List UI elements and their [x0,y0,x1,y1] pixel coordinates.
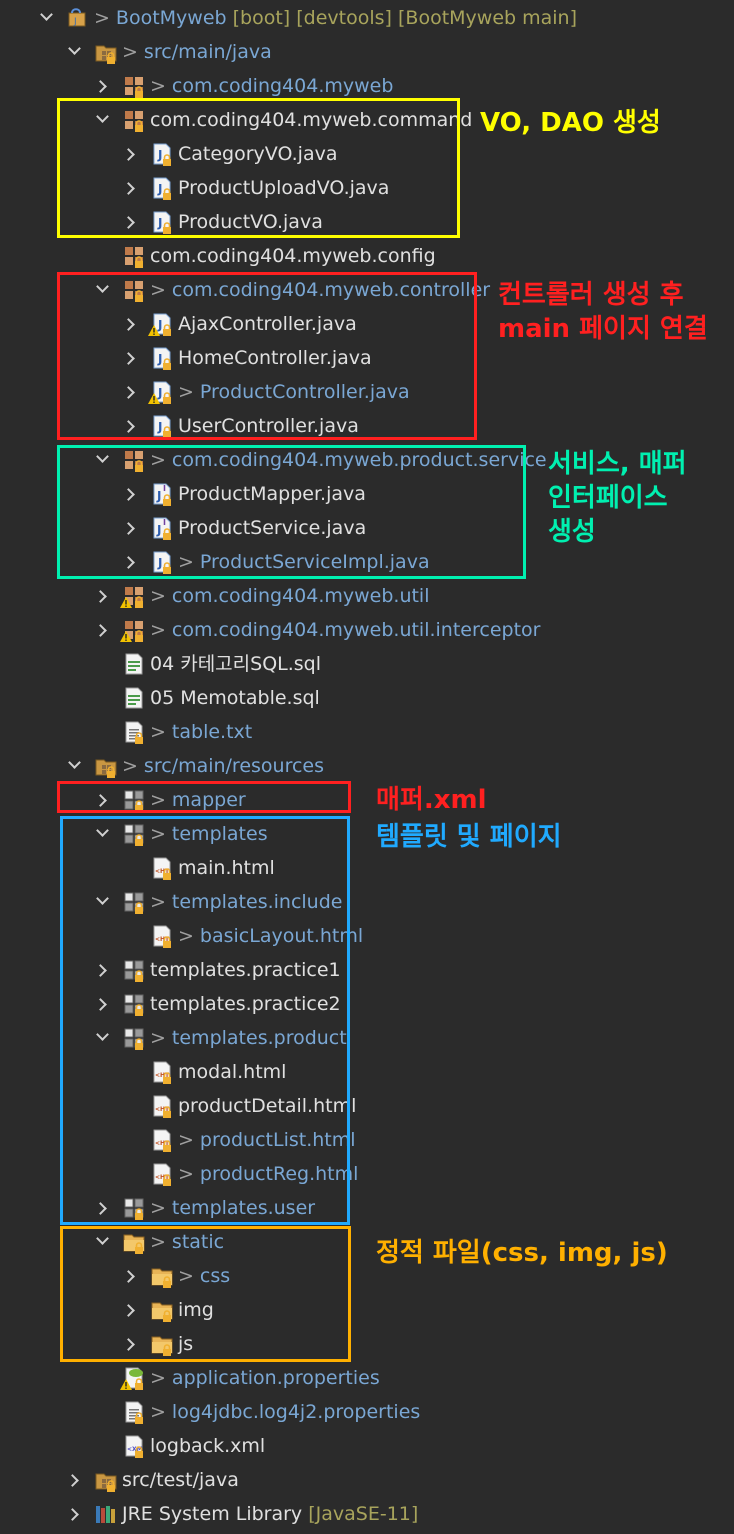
note-line: VO, DAO 생성 [480,108,661,138]
dirty-marker: > [94,7,110,29]
note-line: main 페이지 연결 [498,314,708,344]
note-controller: 컨트롤러 생성 후 main 페이지 연결 [498,278,708,346]
note-line: 템플릿 및 페이지 [376,822,562,852]
dirty-marker: > [150,1367,166,1389]
note-line: 컨트롤러 생성 후 [498,280,684,310]
tree-item-name: com.coding404.myweb.util [171,585,430,607]
tree-item-name: JRE System Library [122,1503,303,1525]
chevron-down-icon[interactable] [66,749,84,783]
dirty-marker: > [122,41,138,63]
tree-item-suffix: [JavaSE-11] [302,1503,419,1525]
note-static: 정적 파일(css, img, js) [376,1236,668,1270]
tree-item-suffix: [boot] [devtools] [BootMyweb main] [226,7,577,29]
sql-icon [122,686,146,710]
srcfolder-icon [94,754,118,778]
dirty-marker: > [150,75,166,97]
dirty-marker: > [150,1401,166,1423]
tree-item-name: log4jdbc.log4j2.properties [171,1401,421,1423]
tree-item-label: > src/main/resources [122,749,324,783]
tree-item-label: logback.xml [150,1429,265,1463]
xml-icon: <XM [122,1434,146,1458]
project-icon: J [66,6,90,30]
tree-item-name: src/main/resources [143,755,325,777]
tree-item-name: com.coding404.myweb [171,75,394,97]
dirty-marker: > [150,585,166,607]
tree-item-label: com.coding404.myweb.config [150,239,436,273]
tree-item-label: > table.txt [150,715,252,749]
tree-item-label: 05 Memotable.sql [150,681,320,715]
highlight-command-package [57,98,460,238]
tree-item-label: > BootMyweb [boot] [devtools] [BootMyweb … [94,1,577,35]
highlight-service-package [57,445,526,579]
srcfolder-icon [94,1468,118,1492]
note-templates: 템플릿 및 페이지 [376,820,562,854]
chevron-right-icon[interactable] [66,1497,84,1531]
chevron-down-icon[interactable] [66,35,84,69]
dirty-marker: > [150,721,166,743]
tree-item-label: > com.coding404.myweb.util [150,579,430,613]
tree-item-name: application.properties [171,1367,380,1389]
tree-item-name: src/main/java [143,41,272,63]
dirty-marker: > [122,755,138,777]
highlight-static-folder [60,1226,351,1362]
properties-icon [120,1366,146,1390]
tree-item-label: src/test/java [122,1463,239,1497]
highlight-templates-folders [60,816,350,1225]
tree-item-name: com.coding404.myweb.config [150,245,436,267]
svg-text:J: J [73,17,77,27]
package-icon [122,74,146,98]
tree-item-label: > src/main/java [122,35,272,69]
tree-item-name: table.txt [171,721,253,743]
tree-item-name: 04 카테고리SQL.sql [150,653,322,675]
package-icon [122,244,146,268]
text-icon [122,720,146,744]
chevron-right-icon[interactable] [66,1463,84,1497]
highlight-mapper-folder [57,781,351,813]
library-icon [94,1502,118,1526]
sql-icon [122,652,146,676]
tree-item-name: logback.xml [150,1435,266,1457]
srcfolder-icon [94,40,118,64]
package-icon [120,618,146,642]
tree-item-name: 05 Memotable.sql [150,687,320,709]
chevron-down-icon[interactable] [38,1,56,35]
note-line: 서비스, 매퍼 [548,449,687,479]
tree-item-name: com.coding404.myweb.util.interceptor [171,619,541,641]
highlight-controller-package [57,272,477,440]
package-icon [120,584,146,608]
note-mapper: 매퍼.xml [376,783,487,817]
tree-item-name: BootMyweb [115,7,227,29]
note-line: 정적 파일(css, img, js) [376,1238,668,1268]
note-vo-dao: VO, DAO 생성 [480,106,661,140]
text-icon [122,1400,146,1424]
tree-item-label: 04 카테고리SQL.sql [150,647,321,681]
tree-item-label: > log4jdbc.log4j2.properties [150,1395,420,1429]
note-service: 서비스, 매퍼 인터페이스 생성 [548,447,687,549]
note-line: 인터페이스 [548,483,668,513]
tree-item-label: > com.coding404.myweb.util.interceptor [150,613,540,647]
tree-item-name: src/test/java [122,1469,239,1491]
tree-item-label: JRE System Library [JavaSE-11] [122,1497,418,1531]
tree-item-label: > application.properties [150,1361,380,1395]
dirty-marker: > [150,619,166,641]
note-line: 매퍼.xml [376,785,487,815]
chevron-right-icon[interactable] [94,579,112,613]
chevron-right-icon[interactable] [94,613,112,647]
note-line: 생성 [548,517,596,547]
